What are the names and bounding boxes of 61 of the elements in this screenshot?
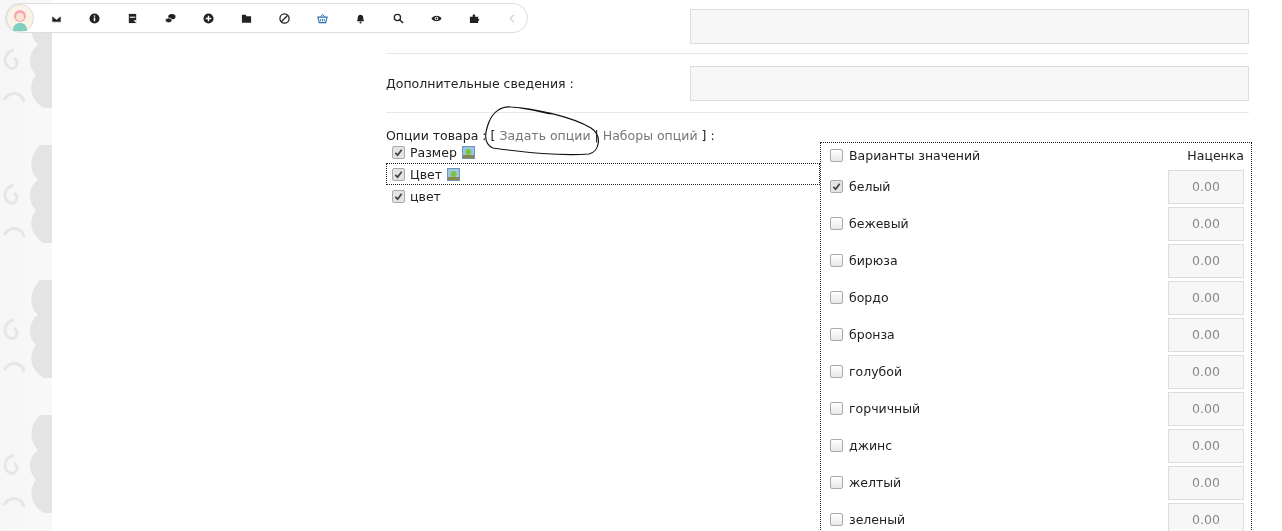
checkbox[interactable]	[830, 513, 843, 526]
checkbox[interactable]	[830, 291, 843, 304]
checkbox[interactable]	[830, 365, 843, 378]
option-name: цвет	[410, 188, 441, 204]
value-name: голубой	[849, 364, 904, 379]
mail-icon[interactable]	[51, 12, 62, 24]
text-field[interactable]	[690, 9, 1249, 44]
value-name: бирюза	[849, 253, 899, 268]
checkbox[interactable]	[830, 328, 843, 341]
checkbox[interactable]	[830, 439, 843, 452]
value-name: бордо	[849, 290, 890, 305]
info-icon[interactable]	[89, 12, 100, 24]
value-name: белый	[849, 179, 892, 194]
value-name: джинс	[849, 438, 894, 453]
chat-icon[interactable]	[165, 12, 176, 24]
markup-field[interactable]: 0.00	[1168, 502, 1244, 531]
markup-field[interactable]: 0.00	[1168, 391, 1244, 426]
folder-icon[interactable]	[241, 12, 252, 24]
column-heading: Варианты значений	[849, 148, 982, 163]
markup-field[interactable]: 0.00	[1168, 206, 1244, 241]
option-name: Размер	[410, 144, 457, 160]
value-name: бронза	[849, 327, 896, 342]
value-name: зеленый	[849, 512, 907, 527]
option-item[interactable]: цвет	[386, 185, 820, 207]
markup-field[interactable]: 0.00	[1168, 465, 1244, 500]
add-icon[interactable]	[203, 12, 214, 24]
bracket: ] :	[701, 127, 715, 143]
value-name: бежевый	[849, 216, 910, 231]
checkbox[interactable]	[392, 167, 405, 181]
basket-icon[interactable]	[317, 12, 328, 24]
checkbox[interactable]	[830, 254, 843, 267]
checkbox[interactable]	[830, 180, 843, 193]
set-options-link[interactable]: Задать опции	[499, 127, 591, 143]
options-label: Опции товара :	[386, 127, 487, 143]
bracket: [	[490, 127, 496, 143]
value-name: горчичный	[849, 401, 922, 416]
checkbox[interactable]	[392, 189, 405, 203]
value-name: желтый	[849, 475, 903, 490]
separator: |	[594, 127, 599, 143]
markup-field[interactable]: 0.00	[1168, 243, 1244, 278]
field-label: Дополнительные сведения :	[386, 75, 574, 91]
option-sets-link[interactable]: Наборы опций	[602, 127, 698, 143]
checkbox[interactable]	[830, 402, 843, 415]
markup-field[interactable]: 0.00	[1168, 280, 1244, 315]
checkbox[interactable]	[392, 145, 405, 159]
checkbox[interactable]	[830, 149, 843, 162]
bell-icon[interactable]	[355, 12, 366, 24]
checkbox[interactable]	[830, 476, 843, 489]
column-heading: Наценка	[1187, 148, 1244, 163]
search-icon[interactable]	[393, 12, 404, 24]
markup-field[interactable]: 0.00	[1168, 317, 1244, 352]
option-item[interactable]: Цвет	[386, 163, 820, 185]
markup-field[interactable]: 0.00	[1168, 354, 1244, 389]
text-field[interactable]	[690, 65, 1249, 101]
document-icon[interactable]	[127, 12, 138, 24]
puzzle-icon[interactable]	[469, 12, 480, 24]
block-icon[interactable]	[279, 12, 290, 24]
option-name: Цвет	[410, 166, 443, 182]
markup-field[interactable]: 0.00	[1168, 428, 1244, 463]
checkbox[interactable]	[830, 217, 843, 230]
markup-field[interactable]: 0.00	[1168, 169, 1244, 204]
